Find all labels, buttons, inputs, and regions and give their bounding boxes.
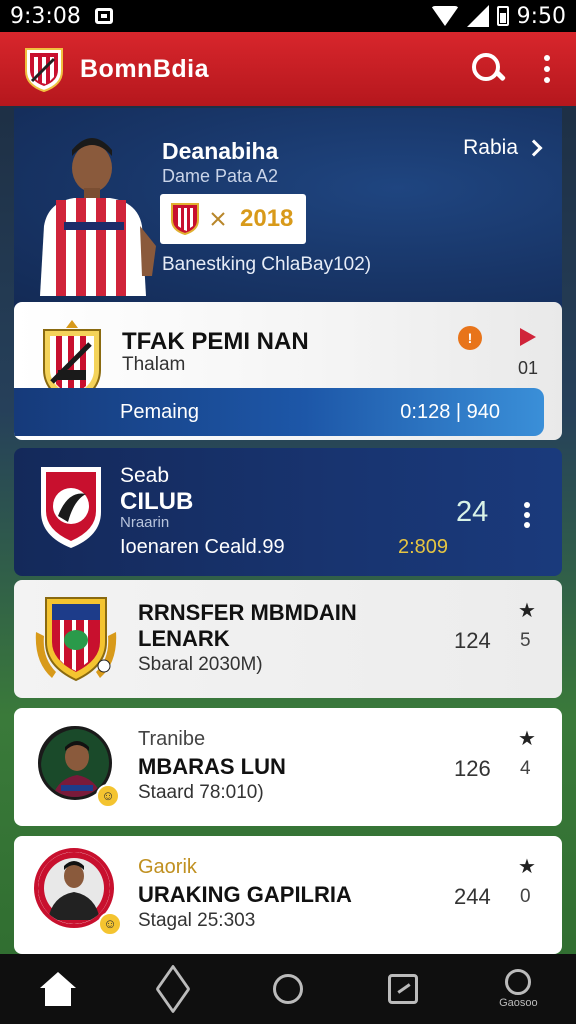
more-vert-icon[interactable] bbox=[524, 502, 530, 528]
club-crest-icon bbox=[171, 203, 199, 236]
nav-circle[interactable] bbox=[258, 959, 318, 1019]
player-name: Deanabiha bbox=[162, 138, 279, 164]
card-secondary: 5 bbox=[520, 630, 531, 651]
list-item[interactable]: RRNSFER MBMDAIN LENARK Sbaral 2030M) 124… bbox=[14, 580, 562, 698]
card-number: 126 bbox=[454, 756, 491, 781]
ornament-icon bbox=[211, 212, 225, 226]
app-title: BomnBdia bbox=[80, 54, 209, 83]
home-icon bbox=[39, 972, 76, 1006]
back-triangle-icon bbox=[155, 964, 191, 1014]
player-photo bbox=[34, 126, 164, 296]
card-line4: Ioenaren Ceald.99 bbox=[120, 536, 285, 558]
nav-back[interactable] bbox=[143, 959, 203, 1019]
card-title: MBARAS LUN bbox=[138, 754, 286, 779]
season-badge: 2018 bbox=[160, 194, 306, 244]
status-time-right: 9:50 bbox=[516, 3, 566, 29]
progress-bar: Pemaing 0:128 | 940 bbox=[14, 388, 544, 436]
wifi-icon bbox=[430, 6, 459, 26]
card-number: 24 bbox=[456, 496, 489, 528]
chevron-right-icon bbox=[525, 139, 543, 157]
card-number: 244 bbox=[454, 884, 491, 909]
bar-label: Pemaing bbox=[120, 400, 199, 423]
alert-icon[interactable]: ! bbox=[458, 326, 482, 350]
nav-account-label: Gaosoo bbox=[499, 997, 538, 1009]
edit-square-icon bbox=[388, 974, 419, 1004]
notification-icon bbox=[94, 8, 113, 24]
search-icon[interactable] bbox=[470, 51, 506, 87]
card-secondary: 0 bbox=[520, 886, 531, 907]
bar-value: 0:128 | 940 bbox=[400, 400, 500, 423]
status-bar: 9:3:08 9:50 bbox=[0, 0, 576, 32]
list-item[interactable]: Seab CILUB Nraarin Ioenaren Ceald.99 24 … bbox=[14, 448, 562, 576]
emoji-icon: ☺ bbox=[98, 912, 122, 936]
card-line3: Nraarin bbox=[120, 514, 170, 531]
card-footnote: Sbaral 2030M) bbox=[138, 654, 263, 675]
emoji-icon: ☺ bbox=[96, 784, 120, 808]
player-subtitle: Dame Pata A2 bbox=[162, 166, 279, 186]
card-number: 01 bbox=[518, 358, 539, 378]
card-footnote: Staard 78:010) bbox=[138, 782, 264, 803]
bottom-nav: Gaosoo bbox=[0, 954, 576, 1024]
more-vert-icon[interactable] bbox=[544, 55, 552, 83]
card-number: 124 bbox=[454, 628, 491, 653]
card-pretitle: Tranibe bbox=[138, 728, 206, 750]
star-icon[interactable]: ★ bbox=[518, 726, 536, 751]
nav-account[interactable]: Gaosoo bbox=[488, 959, 548, 1019]
club-crest-icon bbox=[38, 464, 104, 555]
star-icon[interactable]: ★ bbox=[518, 854, 536, 879]
account-icon bbox=[505, 969, 532, 995]
battery-icon bbox=[496, 6, 509, 26]
card-line1: Seab bbox=[120, 464, 170, 487]
card-title: URAKING GAPILRIA bbox=[138, 882, 352, 907]
card-subtitle: Thalam bbox=[122, 354, 186, 375]
list-item[interactable]: ☺ Gaorik URAKING GAPILRIA Stagal 25:303 … bbox=[14, 836, 562, 954]
circle-icon bbox=[272, 974, 303, 1004]
list-item[interactable]: ☺ Tranibe MBARAS LUN Staard 78:010) 126 … bbox=[14, 708, 562, 826]
card-title: TFAK PEMI NAN bbox=[122, 328, 309, 355]
card-title: RRNSFER MBMDAIN bbox=[138, 600, 357, 625]
signal-icon bbox=[466, 5, 489, 27]
status-time-left: 9:3:08 bbox=[10, 3, 81, 29]
featured-player-hero[interactable]: Deanabiha Dame Pata A2 2018 Banestking C… bbox=[14, 108, 562, 308]
badge-year: 2018 bbox=[240, 205, 294, 232]
arrow-right-icon[interactable] bbox=[520, 328, 536, 346]
card-subtitle: LENARK bbox=[138, 626, 230, 651]
hero-link-label: Rabia bbox=[463, 136, 518, 159]
player-stat: Banestking ChlaBay102) bbox=[162, 254, 372, 275]
hero-link[interactable]: Rabia bbox=[463, 136, 543, 160]
card-secondary: 4 bbox=[520, 758, 531, 779]
card-footnote: Stagal 25:303 bbox=[138, 910, 256, 931]
card-pretitle: Gaorik bbox=[138, 856, 197, 878]
club-crest-icon bbox=[34, 592, 118, 691]
star-icon[interactable]: ★ bbox=[518, 598, 536, 623]
card-line2: CILUB bbox=[120, 488, 194, 515]
app-bar: BomnBdia bbox=[0, 32, 576, 106]
list-item[interactable]: TFAK PEMI NAN Thalam ! 01 Pemaing 0:128 … bbox=[14, 302, 562, 440]
nav-edit[interactable] bbox=[373, 959, 433, 1019]
club-crest-icon[interactable] bbox=[24, 45, 64, 93]
card-value: 2:809 bbox=[398, 536, 449, 558]
nav-home[interactable] bbox=[28, 959, 88, 1019]
